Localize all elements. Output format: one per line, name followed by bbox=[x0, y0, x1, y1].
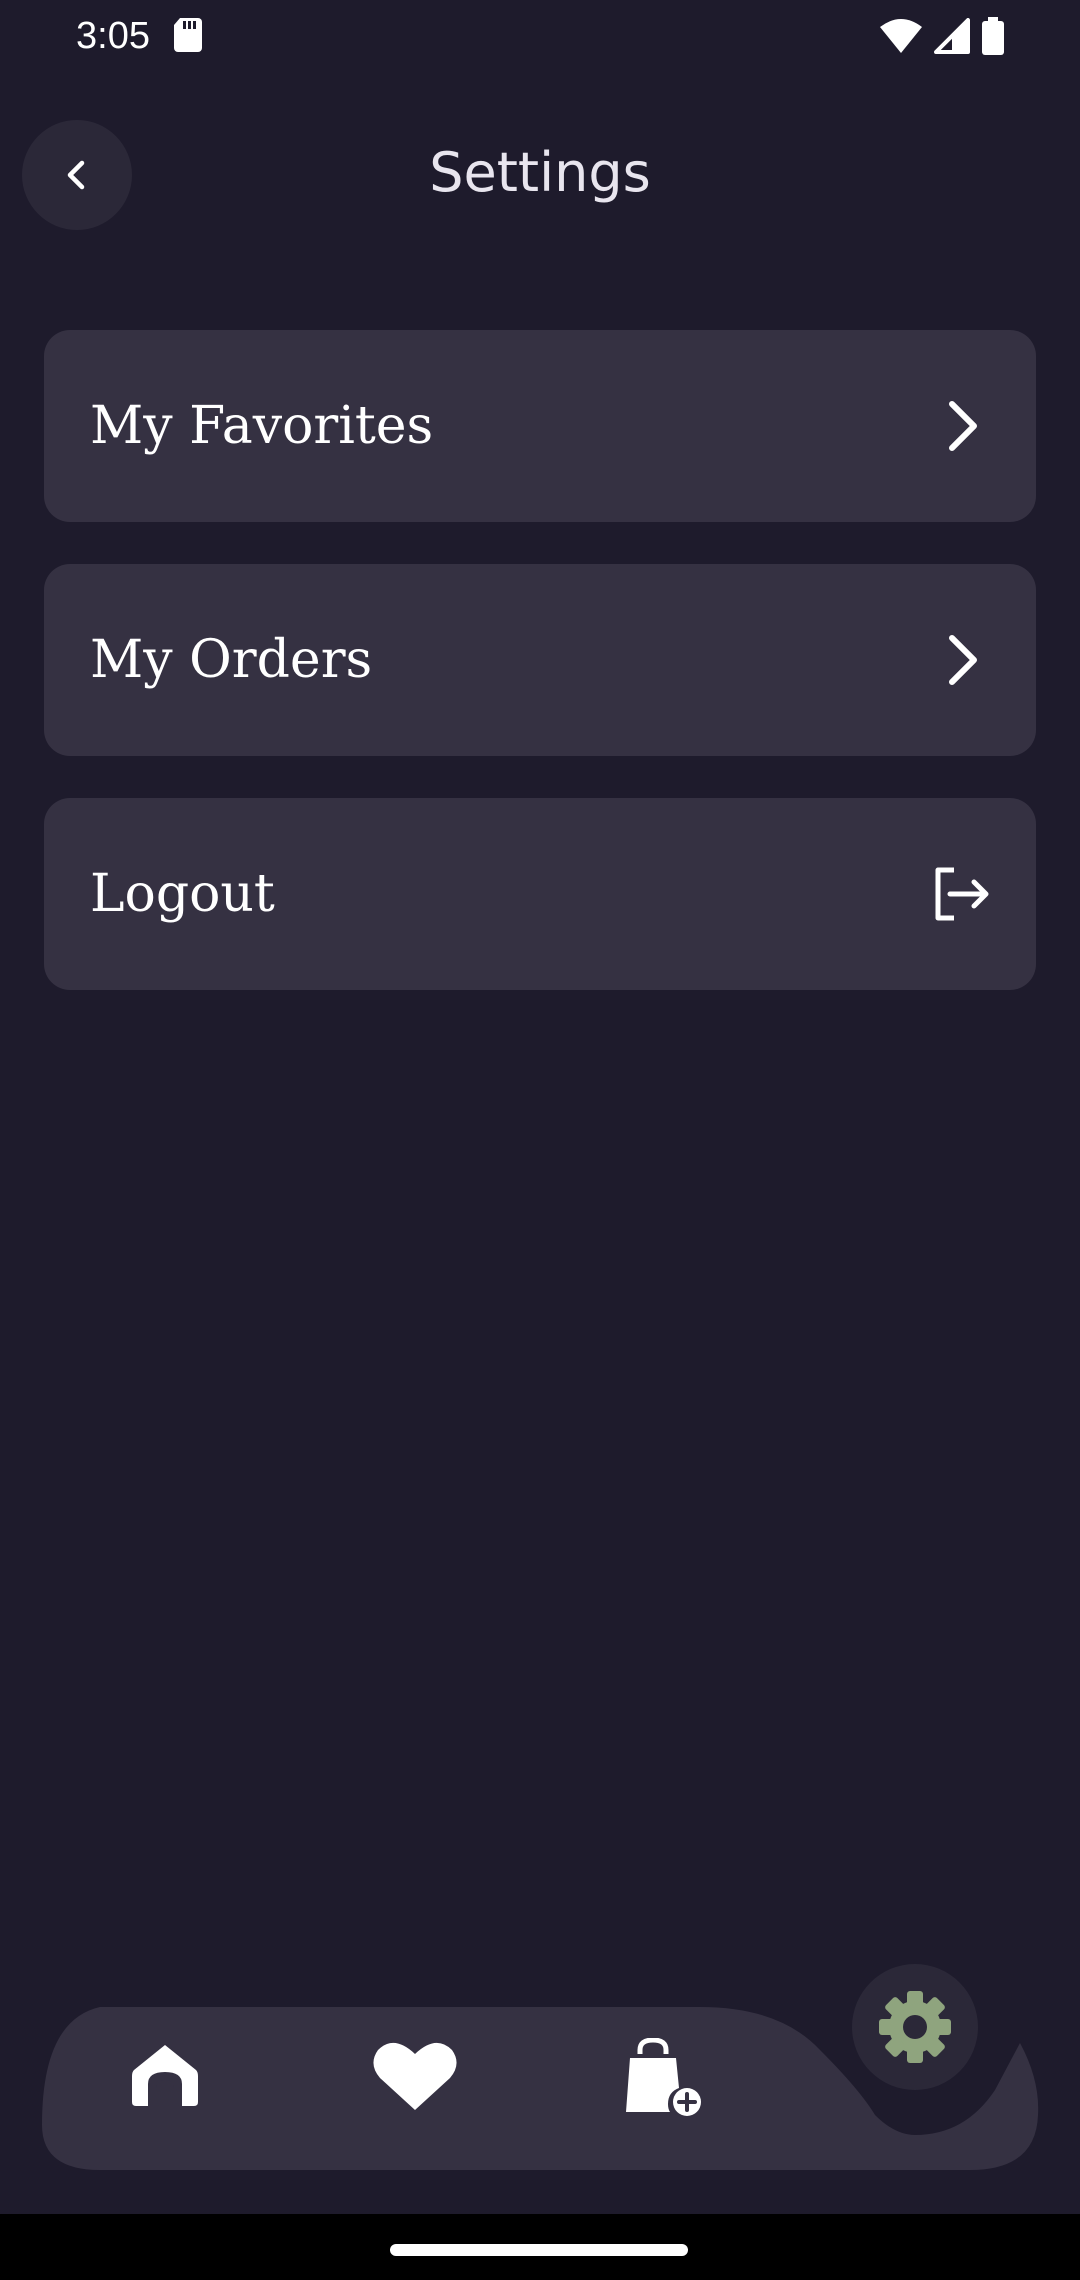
chevron-right-icon bbox=[949, 635, 977, 685]
signal-icon bbox=[934, 18, 970, 54]
battery-icon bbox=[982, 17, 1004, 55]
menu-item-my-orders[interactable]: My Orders bbox=[44, 564, 1036, 756]
nav-home-button[interactable] bbox=[130, 2042, 200, 2112]
page-title: Settings bbox=[429, 141, 651, 204]
status-icons bbox=[880, 16, 1004, 56]
gear-icon bbox=[879, 1991, 951, 2063]
status-time: 3:05 bbox=[76, 15, 150, 57]
status-bar: 3:05 bbox=[0, 0, 1080, 72]
nav-favorites-button[interactable] bbox=[372, 2040, 458, 2116]
menu-item-my-favorites[interactable]: My Favorites bbox=[44, 330, 1036, 522]
menu-item-label: My Favorites bbox=[90, 396, 434, 456]
home-icon bbox=[132, 2045, 198, 2106]
system-navigation-bar bbox=[0, 2214, 1080, 2280]
wifi-icon bbox=[880, 19, 922, 53]
nav-settings-button[interactable] bbox=[852, 1964, 978, 2090]
logout-icon bbox=[935, 867, 989, 921]
menu-item-label: Logout bbox=[90, 864, 275, 924]
menu-item-label: My Orders bbox=[90, 630, 373, 690]
nav-cart-button[interactable] bbox=[624, 2037, 706, 2120]
heart-icon bbox=[373, 2042, 457, 2110]
menu-item-logout[interactable]: Logout bbox=[44, 798, 1036, 990]
home-indicator[interactable] bbox=[390, 2244, 688, 2256]
shopping-bag-add-icon bbox=[626, 2037, 701, 2116]
sd-card-icon bbox=[174, 18, 202, 52]
chevron-right-icon bbox=[949, 401, 977, 451]
